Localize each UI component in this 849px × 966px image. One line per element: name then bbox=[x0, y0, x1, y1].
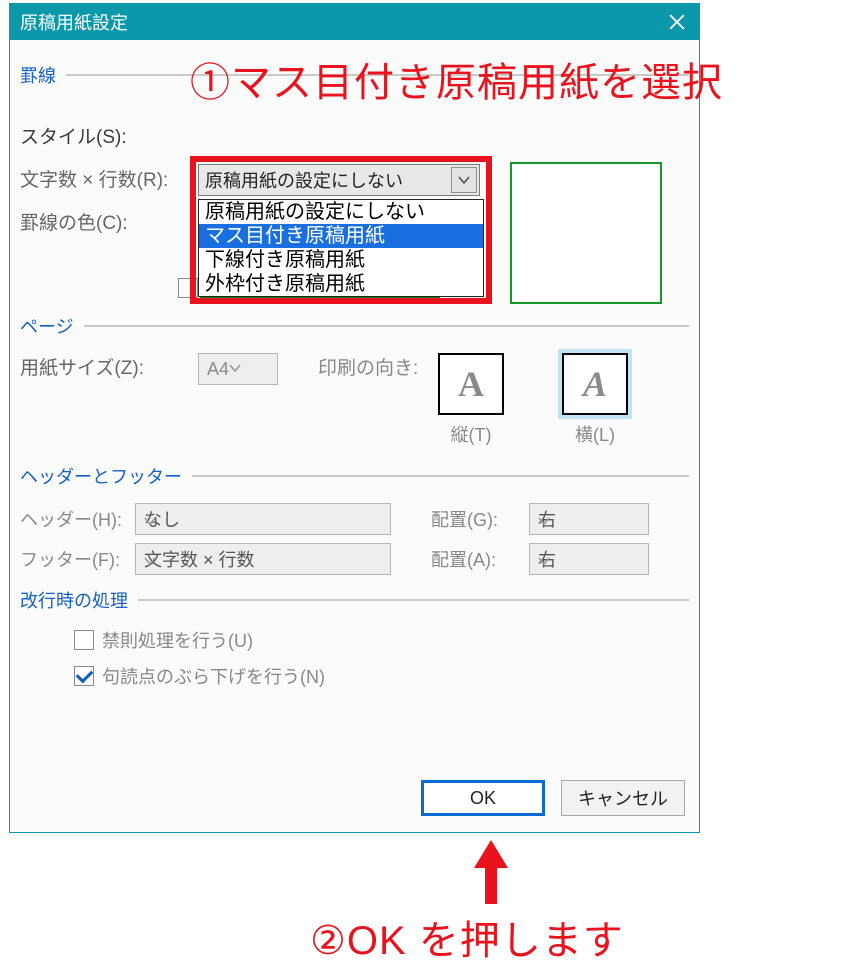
chevron-down-icon bbox=[144, 549, 156, 570]
ok-button-label: OK bbox=[470, 788, 496, 809]
annotation-top: ①マス目付き原稿用紙を選択 bbox=[190, 50, 723, 108]
kutoten-label: 句読点のぶら下げを行う(N) bbox=[102, 663, 325, 689]
chevron-down-icon bbox=[144, 509, 156, 530]
close-button[interactable] bbox=[655, 4, 699, 40]
dialog-window: 原稿用紙設定 罫線 スタイル(S): 文字数 × 行数(R): 罫線の色(C):… bbox=[9, 3, 700, 833]
kutoten-checkbox[interactable] bbox=[74, 666, 94, 686]
orientation-portrait[interactable]: A bbox=[438, 353, 504, 415]
section-divider bbox=[138, 599, 689, 601]
orientation-portrait-label: 縦(T) bbox=[438, 421, 504, 447]
color-sample-bar bbox=[200, 296, 440, 304]
align-g-select[interactable]: 右 bbox=[529, 503, 649, 535]
align-g-label: 配置(G): bbox=[431, 506, 529, 532]
footer-label: フッター(F): bbox=[20, 546, 135, 572]
kinsoku-checkbox[interactable] bbox=[74, 630, 94, 650]
paper-size-label: 用紙サイズ(Z): bbox=[20, 353, 198, 380]
section-divider bbox=[192, 475, 689, 477]
titlebar: 原稿用紙設定 bbox=[10, 4, 699, 40]
style-option-3[interactable]: 外枠付き原稿用紙 bbox=[199, 272, 483, 296]
preview-box bbox=[510, 162, 662, 304]
booklet-checkbox[interactable] bbox=[178, 278, 198, 298]
chevron-down-icon bbox=[538, 549, 550, 570]
section-ruler-label: 罫線 bbox=[20, 62, 56, 88]
section-hf-label: ヘッダーとフッター bbox=[20, 463, 182, 489]
paper-size-select[interactable]: A4 bbox=[198, 353, 278, 385]
header-label: ヘッダー(H): bbox=[20, 506, 135, 532]
footer-value: 文字数 × 行数 bbox=[144, 546, 255, 572]
section-page-label: ページ bbox=[20, 313, 74, 339]
style-label: スタイル(S): bbox=[20, 122, 190, 149]
landscape-icon: A bbox=[583, 363, 607, 405]
style-option-0[interactable]: 原稿用紙の設定にしない bbox=[199, 200, 483, 224]
footer-select[interactable]: 文字数 × 行数 bbox=[135, 543, 391, 575]
cancel-button[interactable]: キャンセル bbox=[561, 780, 685, 816]
align-a-select[interactable]: 右 bbox=[529, 543, 649, 575]
kinsoku-label: 禁則処理を行う(U) bbox=[102, 627, 253, 653]
orientation-landscape-label: 横(L) bbox=[562, 421, 628, 447]
cancel-button-label: キャンセル bbox=[578, 785, 668, 811]
window-title: 原稿用紙設定 bbox=[20, 9, 128, 35]
chevron-down-icon bbox=[229, 356, 251, 382]
style-dropdown-list[interactable]: 原稿用紙の設定にしない マス目付き原稿用紙 下線付き原稿用紙 外枠付き原稿用紙 bbox=[198, 199, 484, 297]
style-select-value: 原稿用紙の設定にしない bbox=[205, 167, 403, 193]
dialog-body: 罫線 スタイル(S): 文字数 × 行数(R): 罫線の色(C): 原稿用紙の設… bbox=[10, 40, 699, 832]
chars-rows-label: 文字数 × 行数(R): bbox=[20, 165, 190, 192]
section-divider bbox=[84, 325, 689, 327]
annotation-bottom: ②OK を押します bbox=[310, 908, 624, 966]
section-lb-label: 改行時の処理 bbox=[20, 587, 128, 613]
header-select[interactable]: なし bbox=[135, 503, 391, 535]
section-page: ページ bbox=[20, 313, 689, 339]
ok-button[interactable]: OK bbox=[421, 780, 545, 816]
chevron-down-icon bbox=[538, 509, 550, 530]
line-color-label: 罫線の色(C): bbox=[20, 208, 190, 235]
orientation-landscape[interactable]: A bbox=[562, 353, 628, 415]
style-option-2[interactable]: 下線付き原稿用紙 bbox=[199, 248, 483, 272]
close-icon bbox=[669, 14, 685, 30]
orientation-label: 印刷の向き: bbox=[318, 353, 438, 380]
style-option-1[interactable]: マス目付き原稿用紙 bbox=[199, 224, 483, 248]
arrow-up-icon bbox=[470, 838, 512, 911]
section-lb: 改行時の処理 bbox=[20, 587, 689, 613]
paper-size-value: A4 bbox=[207, 359, 229, 380]
portrait-icon: A bbox=[458, 363, 484, 405]
align-a-label: 配置(A): bbox=[431, 546, 529, 572]
style-select[interactable]: 原稿用紙の設定にしない bbox=[198, 164, 480, 196]
chevron-down-icon bbox=[451, 167, 477, 193]
section-hf: ヘッダーとフッター bbox=[20, 463, 689, 489]
